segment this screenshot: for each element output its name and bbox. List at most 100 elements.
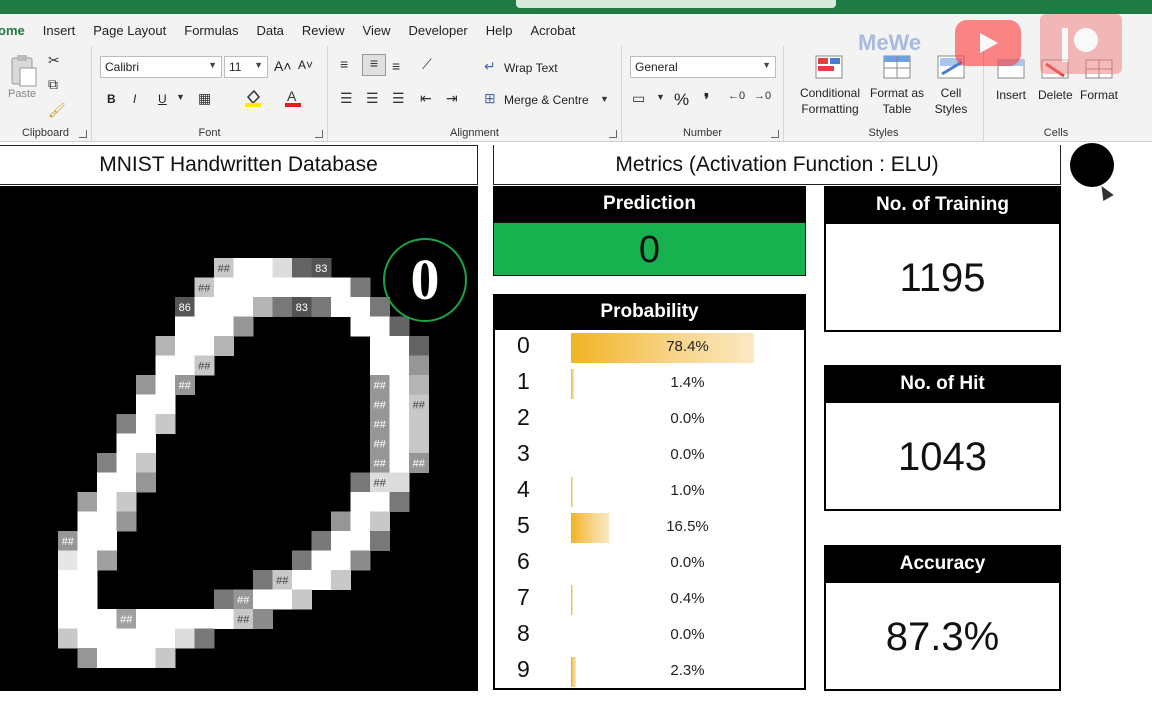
number-format-dropdown[interactable]: General ▼ bbox=[630, 56, 776, 78]
copy-icon[interactable]: ⧉ bbox=[48, 76, 58, 93]
youtube-logo-icon bbox=[955, 20, 1021, 66]
probability-digit: 1 bbox=[517, 368, 530, 394]
paste-icon[interactable] bbox=[8, 54, 38, 88]
chevron-down-icon[interactable]: ▼ bbox=[176, 92, 185, 102]
format-button[interactable]: Format bbox=[1080, 88, 1118, 102]
mnist-pixel bbox=[175, 609, 195, 629]
decrease-decimal-icon[interactable]: →0 bbox=[754, 90, 771, 102]
format-as-table-icon[interactable] bbox=[882, 54, 912, 82]
shrink-font-button[interactable]: A˅ bbox=[298, 58, 313, 72]
probability-percent: 0.0% bbox=[670, 626, 705, 643]
tab-review[interactable]: Review bbox=[293, 23, 354, 38]
probability-percent: 0.0% bbox=[670, 410, 705, 427]
mnist-pixel bbox=[350, 550, 371, 571]
align-center-icon[interactable]: ☰ bbox=[366, 90, 379, 107]
chevron-down-icon[interactable]: ▼ bbox=[656, 92, 665, 102]
align-bottom-icon[interactable]: ≡ bbox=[392, 58, 400, 74]
merge-centre-button[interactable]: Merge & Centre bbox=[504, 93, 589, 107]
tab-page-layout[interactable]: Page Layout bbox=[84, 23, 175, 38]
mnist-pixel-label: ## bbox=[218, 263, 231, 275]
mnist-pixel bbox=[350, 531, 371, 551]
mnist-pixel bbox=[116, 628, 137, 649]
increase-decimal-icon[interactable]: ←0 bbox=[728, 90, 745, 102]
mnist-pixel bbox=[116, 433, 137, 454]
mnist-pixel bbox=[155, 375, 176, 395]
align-right-icon[interactable]: ☰ bbox=[392, 90, 405, 107]
grow-font-button[interactable]: A˄ bbox=[274, 58, 292, 74]
mnist-pixel bbox=[389, 453, 410, 473]
wrap-text-icon[interactable]: ↵ bbox=[484, 58, 496, 75]
underline-button[interactable]: U bbox=[158, 92, 167, 106]
align-top-icon[interactable]: ≡ bbox=[340, 56, 348, 72]
mnist-pixel bbox=[389, 316, 410, 337]
mnist-digit-canvas: ## 83 ## 86 83 ## ## ## ## ## ## ## ## ## ## ## ## ## ## ##… bbox=[0, 186, 478, 691]
percent-style-button[interactable]: % bbox=[674, 90, 689, 110]
paste-button[interactable]: Paste bbox=[8, 88, 36, 100]
mnist-pixel bbox=[292, 258, 312, 278]
tab-data[interactable]: Data bbox=[247, 23, 292, 38]
conditional-formatting-icon[interactable] bbox=[814, 54, 844, 82]
search-box[interactable] bbox=[516, 0, 836, 8]
italic-button[interactable]: I bbox=[133, 92, 136, 106]
mnist-pixel bbox=[350, 511, 371, 532]
conditional-formatting-button[interactable]: Conditional bbox=[794, 86, 866, 100]
format-as-table-label2[interactable]: Table bbox=[866, 102, 928, 116]
mnist-pixel bbox=[370, 297, 390, 317]
format-painter-icon[interactable]: 🖌 bbox=[48, 102, 66, 119]
number-launcher-icon[interactable] bbox=[771, 130, 779, 138]
mnist-pixel bbox=[58, 609, 78, 629]
font-color-icon[interactable]: A bbox=[284, 88, 302, 111]
chevron-down-icon[interactable]: ▼ bbox=[600, 94, 609, 104]
cell-styles-label2[interactable]: Styles bbox=[930, 102, 972, 116]
tab-developer[interactable]: Developer bbox=[400, 23, 477, 38]
insert-button[interactable]: Insert bbox=[996, 88, 1026, 102]
mnist-pixel bbox=[331, 550, 351, 571]
mnist-pixel bbox=[311, 277, 332, 298]
bold-button[interactable]: B bbox=[107, 92, 116, 106]
probability-row: 0 78.4% bbox=[495, 330, 804, 366]
tab-help[interactable]: Help bbox=[477, 23, 522, 38]
comma-style-button[interactable]: ❜ bbox=[704, 90, 709, 110]
probability-digit: 5 bbox=[517, 512, 530, 538]
probability-digit: 9 bbox=[517, 656, 530, 682]
conditional-formatting-label2[interactable]: Formatting bbox=[794, 102, 866, 116]
delete-button[interactable]: Delete bbox=[1038, 88, 1073, 102]
fill-color-icon[interactable] bbox=[244, 88, 262, 111]
mnist-pixel-label: ## bbox=[374, 438, 387, 450]
mnist-pixel bbox=[97, 609, 117, 629]
mnist-pixel bbox=[116, 511, 137, 532]
align-left-icon[interactable]: ☰ bbox=[340, 90, 353, 107]
mnist-pixel bbox=[389, 394, 410, 415]
tab-insert[interactable]: Insert bbox=[34, 23, 85, 38]
mnist-pixel bbox=[97, 472, 117, 493]
format-as-table-button[interactable]: Format as bbox=[866, 86, 928, 100]
increase-indent-icon[interactable]: ⇥ bbox=[446, 90, 458, 107]
tab-acrobat[interactable]: Acrobat bbox=[522, 23, 585, 38]
probability-row: 4 1.0% bbox=[495, 474, 804, 510]
probability-digit: 4 bbox=[517, 476, 530, 502]
wrap-text-button[interactable]: Wrap Text bbox=[504, 61, 558, 75]
tab-ome[interactable]: ome bbox=[0, 23, 34, 38]
cell-styles-button[interactable]: Cell bbox=[930, 86, 972, 100]
mnist-pixel bbox=[292, 570, 312, 590]
tab-view[interactable]: View bbox=[354, 23, 400, 38]
accounting-format-icon[interactable]: ▭ bbox=[632, 90, 645, 107]
alignment-launcher-icon[interactable] bbox=[609, 130, 617, 138]
borders-icon[interactable]: ▦ bbox=[198, 90, 211, 107]
mnist-pixel bbox=[233, 277, 254, 298]
mnist-pixel bbox=[194, 297, 215, 317]
mnist-pixel bbox=[389, 414, 410, 434]
font-launcher-icon[interactable] bbox=[315, 130, 323, 138]
mnist-pixel bbox=[77, 531, 98, 551]
orientation-icon[interactable]: ⟋ bbox=[422, 56, 432, 73]
mnist-pixel bbox=[194, 609, 215, 629]
decrease-indent-icon[interactable]: ⇤ bbox=[420, 90, 432, 107]
clipboard-launcher-icon[interactable] bbox=[79, 130, 87, 138]
font-name-dropdown[interactable]: Calibri ▼ bbox=[100, 56, 222, 78]
tab-formulas[interactable]: Formulas bbox=[175, 23, 247, 38]
font-size-dropdown[interactable]: 11 ▼ bbox=[224, 56, 268, 78]
mnist-pixel bbox=[155, 628, 176, 649]
merge-centre-icon[interactable]: ⊞ bbox=[484, 90, 496, 107]
cut-icon[interactable]: ✂ bbox=[48, 52, 60, 69]
align-middle-icon[interactable]: ≡ bbox=[362, 54, 386, 76]
